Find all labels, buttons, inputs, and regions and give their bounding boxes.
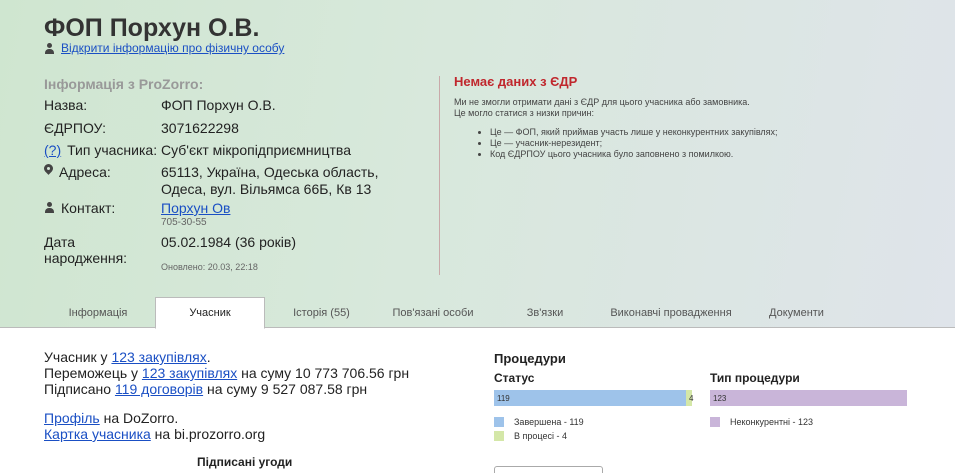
edr-title: Немає даних з ЄДР (454, 74, 578, 89)
header-panel: ФОП Порхун О.В. Відкрити інформацію про … (0, 0, 955, 327)
tab-history[interactable]: Історія (55) (265, 297, 378, 328)
contact-name-link[interactable]: Порхун Ов (161, 200, 230, 216)
name-row: Назва: ФОП Порхун О.В. (44, 97, 421, 114)
birth-label: Дата народження: (44, 234, 128, 266)
winner-text: Переможець у (44, 365, 142, 381)
type-row: (?) Тип учасника: Суб'єкт мікропідприємн… (44, 142, 421, 159)
page-title: ФОП Порхун О.В. (44, 14, 260, 42)
winner-amount: на суму 10 773 706.56 грн (237, 365, 410, 381)
legend-label: Завершена - 119 (514, 417, 584, 427)
tab-information[interactable]: Інформація (40, 297, 156, 328)
type-value: Суб'єкт мікропідприємництва (161, 142, 351, 158)
contracts-text: Підписано (44, 381, 115, 397)
address-row: Адреса: 65113, Україна, Одеська область,… (44, 164, 421, 198)
name-label: Назва: (44, 97, 88, 113)
winner-line: Переможець у 123 закупівлях на суму 10 7… (44, 365, 409, 381)
filter-select[interactable] (494, 466, 603, 473)
profile-line: Профіль на DoZorro. (44, 410, 409, 426)
tab-documents[interactable]: Документи (740, 297, 853, 328)
tab-participant[interactable]: Учасник (155, 297, 265, 329)
tab-bar: Інформація Учасник Історія (55) Пов'язан… (0, 297, 955, 329)
legend-label: В процесі - 4 (514, 431, 567, 441)
type-label: Тип учасника: (67, 142, 158, 158)
contracts-amount: на суму 9 527 087.58 грн (203, 381, 368, 397)
legend-swatch (494, 431, 504, 441)
participation-text-end: . (206, 349, 211, 365)
address-label: Адреса: (59, 164, 111, 180)
open-info-row: Відкрити інформацію про фізичну особу (44, 41, 284, 55)
type-help-link[interactable]: (?) (44, 142, 61, 158)
map-pin-icon (44, 164, 53, 176)
person-icon (44, 42, 55, 54)
person-icon (44, 202, 55, 213)
card-line: Картка учасника на bi.prozorro.org (44, 426, 409, 442)
tab-related-persons[interactable]: Пов'язані особи (378, 297, 488, 328)
legend-swatch (494, 417, 504, 427)
contracts-link[interactable]: 119 договорів (115, 381, 203, 397)
name-value: ФОП Порхун О.В. (161, 97, 276, 113)
address-value: 65113, Україна, Одеська область, Одеса, … (161, 164, 379, 197)
dozorro-profile-link[interactable]: Профіль (44, 410, 100, 426)
participation-line: Учасник у 123 закупівлях. (44, 349, 409, 365)
legend-swatch (710, 417, 720, 427)
prozorro-info-heading: Інформація з ProZorro: (44, 76, 204, 92)
tab-enforcement[interactable]: Виконавчі провадження (602, 297, 740, 328)
contracts-line: Підписано 119 договорів на суму 9 527 08… (44, 381, 409, 397)
address-label-group: Адреса: (44, 164, 161, 198)
procedure-type-title: Тип процедури (710, 371, 800, 385)
edrpou-row: ЄДРПОУ: 3071622298 (44, 120, 421, 137)
bar-in-progress: 4 (686, 390, 693, 406)
edr-line-1: Ми не змогли отримати дані з ЄДР для цьо… (454, 97, 750, 107)
legend-label: Неконкурентні - 123 (730, 417, 814, 427)
procedures-section: Процедури (494, 351, 934, 371)
won-purchases-link[interactable]: 123 закупівлях (142, 365, 237, 381)
legend-in-progress: В процесі - 4 (494, 431, 567, 441)
edrpou-label: ЄДРПОУ: (44, 120, 107, 136)
vertical-divider (439, 76, 440, 275)
contact-value: Порхун Ов 705-30-55 (161, 200, 421, 228)
open-info-link[interactable]: Відкрити інформацію про фізичну особу (61, 41, 284, 55)
legend-completed: Завершена - 119 (494, 417, 584, 427)
signed-contracts-heading: Підписані угоди (197, 455, 293, 469)
edr-reason: Це — ФОП, який приймав участь лише у нек… (490, 127, 904, 138)
status-title: Статус (494, 371, 535, 385)
participant-card-link[interactable]: Картка учасника (44, 426, 151, 442)
edr-reason: Це — учасник-нерезидент; (490, 138, 904, 149)
tab-connections[interactable]: Зв'язки (488, 297, 602, 328)
contact-label: Контакт: (61, 200, 116, 216)
participation-text: Учасник у (44, 349, 112, 365)
type-label-group: (?) Тип учасника: (44, 142, 161, 159)
edr-reasons-list: Це — ФОП, який приймав участь лише у нек… (490, 127, 904, 160)
bar-completed: 119 (494, 390, 686, 406)
edr-line-2: Це могло статися з низки причин: (454, 108, 594, 118)
legend-non-competitive: Неконкурентні - 123 (710, 417, 813, 427)
bar-non-competitive: 123 (710, 390, 907, 406)
purchases-link[interactable]: 123 закупівлях (111, 349, 206, 365)
contact-label-group: Контакт: (44, 200, 161, 228)
updated-timestamp: Оновлено: 20.03, 22:18 (161, 262, 258, 272)
edr-panel: Немає даних з ЄДР Ми не змогли отримати … (454, 74, 904, 160)
procedures-title: Процедури (494, 351, 566, 366)
contact-phone: 705-30-55 (161, 217, 207, 228)
edr-reason: Код ЄДРПОУ цього учасника було заповнено… (490, 149, 904, 160)
participant-summary: Учасник у 123 закупівлях. Переможець у 1… (44, 349, 409, 442)
edrpou-value: 3071622298 (161, 120, 239, 136)
contact-row: Контакт: Порхун Ов 705-30-55 (44, 200, 421, 228)
profile-text: на DoZorro. (99, 410, 179, 426)
card-text: на bi.prozorro.org (150, 426, 266, 442)
